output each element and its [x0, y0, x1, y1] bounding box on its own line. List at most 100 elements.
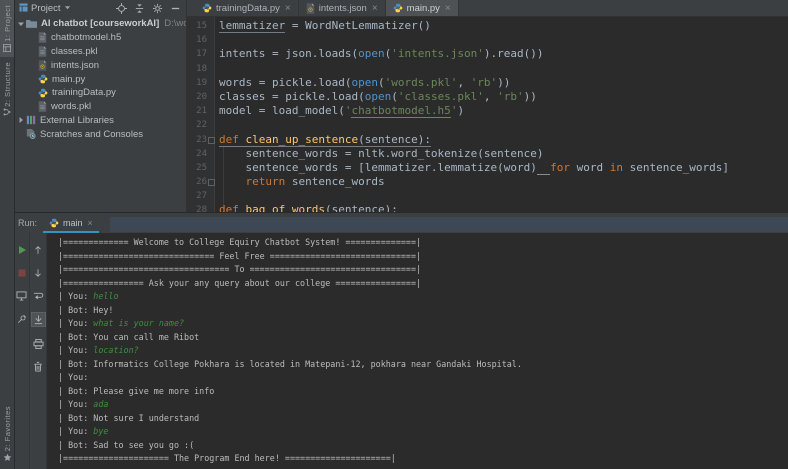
- project-root-label: AI chatbot [courseworkAI]: [41, 18, 160, 30]
- tool-button--structure[interactable]: 2: Structure: [0, 57, 14, 122]
- settings-gear-icon[interactable]: [152, 3, 163, 14]
- code-line: 28 def bag_of_words(sentence):: [187, 203, 788, 212]
- close-icon[interactable]: ×: [445, 3, 451, 14]
- line-number: 16: [196, 35, 207, 46]
- run-header-band: [110, 217, 788, 232]
- console-output: | You:: [58, 426, 94, 436]
- run-console[interactable]: |============= Welcome to College Equiry…: [47, 233, 788, 469]
- code-token: clean_up_sentence: [245, 132, 359, 147]
- code-token: sentence_words = nltk.word_tokenize(sent…: [219, 146, 544, 160]
- line-number: 25: [196, 162, 207, 173]
- hide-icon[interactable]: [170, 3, 181, 14]
- tool-button--project[interactable]: 1: Project: [0, 0, 14, 57]
- line-number: 22: [196, 120, 207, 131]
- project-panel: Project AI chatbot [courseworkAI] D:\work…: [14, 0, 187, 213]
- line-number: 19: [196, 77, 207, 88]
- locate-icon[interactable]: [116, 3, 127, 14]
- line-number: 26: [196, 177, 207, 188]
- tree-item-words-pkl[interactable]: words.pkl: [14, 100, 186, 114]
- clear-icon[interactable]: [32, 360, 45, 373]
- tree-node-external-libraries[interactable]: External Libraries: [14, 114, 186, 128]
- console-line: |============= Welcome to College Equiry…: [58, 236, 788, 250]
- project-tool-icon: [3, 43, 11, 52]
- editor-tab-main-py[interactable]: main.py ×: [385, 0, 459, 16]
- editor-tab-trainingdata-py[interactable]: trainingData.py ×: [195, 0, 299, 16]
- editor-area: trainingData.py × intents.json × main.py × 15…: [187, 0, 788, 213]
- rerun-icon[interactable]: [15, 243, 28, 256]
- chevron-down-icon[interactable]: [16, 20, 26, 28]
- code-editor[interactable]: 15 lemmatizer = WordNetLemmatizer() 16 17 in…: [187, 19, 788, 212]
- console-line: |================ Ask your any query abo…: [58, 277, 788, 291]
- code-token: words = pickle.load(: [219, 75, 352, 89]
- star-icon: [3, 453, 12, 462]
- tool-button--favorites[interactable]: 2: Favorites: [0, 401, 14, 467]
- console-output: |================ Ask your any query abo…: [58, 277, 422, 288]
- tool-window-bar-top: 1: Project 2: Structure: [0, 0, 14, 401]
- code-token: chatbotmodel.h5: [351, 104, 451, 119]
- fold-marker[interactable]: [208, 179, 215, 187]
- tree-item-label: words.pkl: [51, 101, 92, 113]
- code-token: for: [550, 160, 571, 174]
- python-file-icon: [202, 3, 212, 13]
- tree-root-row[interactable]: AI chatbot [courseworkAI] D:\work\python\: [14, 17, 186, 31]
- fold-marker[interactable]: [208, 136, 215, 144]
- code-token: def: [219, 132, 246, 147]
- code-token: [536, 160, 551, 175]
- code-token: = WordNetLemmatizer(): [285, 19, 431, 32]
- tree-item-label: main.py: [52, 73, 86, 85]
- python-file-icon: [38, 74, 48, 84]
- close-icon[interactable]: ×: [285, 3, 291, 14]
- console-line: | You:: [58, 371, 788, 385]
- scroll-to-end-icon[interactable]: [30, 312, 46, 327]
- console-output: | You:: [58, 372, 89, 382]
- line-number: 17: [196, 49, 207, 60]
- tree-item-chatbotmodel-h5[interactable]: chatbotmodel.h5: [14, 31, 186, 45]
- code-token: (: [377, 75, 385, 89]
- folder-icon: [26, 19, 37, 29]
- tree-item-main-py[interactable]: main.py: [14, 72, 186, 86]
- code-line: 24 sentence_words = nltk.word_tokenize(s…: [187, 147, 788, 161]
- run-tab-main[interactable]: main ×: [40, 213, 102, 233]
- code-token: model = load_model(: [219, 104, 345, 118]
- collapse-all-icon[interactable]: [134, 3, 145, 14]
- python-file-icon: [49, 218, 59, 228]
- tree-item-trainingdata-py[interactable]: trainingData.py: [14, 86, 186, 100]
- tree-item-classes-pkl[interactable]: classes.pkl: [14, 45, 186, 59]
- soft-wrap-icon[interactable]: [32, 289, 45, 302]
- chevron-right-icon[interactable]: [16, 116, 26, 124]
- code-token: lemmatizer: [219, 19, 286, 33]
- code-token: 'words.pkl': [384, 75, 458, 89]
- code-token: 'rb': [470, 75, 498, 89]
- down-arrow-icon[interactable]: [32, 266, 45, 279]
- console-output: | You:: [58, 291, 94, 301]
- line-number: 28: [196, 205, 207, 212]
- up-arrow-icon[interactable]: [32, 243, 45, 256]
- line-number: 27: [196, 191, 207, 202]
- close-icon[interactable]: ×: [372, 3, 378, 14]
- project-view-icon: [19, 2, 28, 15]
- console-icon[interactable]: [15, 289, 28, 302]
- line-number: 24: [196, 148, 207, 159]
- tool-button-label: 2: Structure: [2, 61, 12, 107]
- tree-item-intents-json[interactable]: intents.json: [14, 58, 186, 72]
- project-panel-header: Project: [14, 0, 186, 17]
- pycharm-window: 1: Project 2: Structure 2: Favorites Proj…: [0, 0, 788, 469]
- code-line: 17 intents = json.loads(open('intents.jso…: [187, 47, 788, 61]
- stop-icon[interactable]: [15, 266, 28, 279]
- print-icon[interactable]: [32, 337, 45, 350]
- console-output: | Bot: Not sure I understand: [58, 412, 200, 423]
- editor-body[interactable]: 15 lemmatizer = WordNetLemmatizer() 16 17 in…: [187, 17, 788, 212]
- chevron-down-icon[interactable]: [64, 3, 71, 14]
- pin-icon[interactable]: [15, 312, 28, 325]
- editor-tab-intents-json[interactable]: intents.json ×: [299, 0, 386, 16]
- console-line: |============================== Feel Fre…: [58, 250, 788, 264]
- tree-node-scratches-and-consoles[interactable]: Scratches and Consoles: [14, 127, 186, 141]
- project-panel-title[interactable]: Project: [31, 3, 61, 14]
- run-tool-window: Run: main × |============= Welcome to Co…: [14, 213, 788, 469]
- file-icon: [38, 32, 47, 43]
- close-icon[interactable]: ×: [88, 218, 93, 228]
- console-output: |============= Welcome to College Equiry…: [58, 237, 422, 247]
- code-token: in: [609, 160, 624, 174]
- console-line: | Bot: Not sure I understand: [58, 412, 788, 426]
- console-line: | You: bye: [58, 425, 788, 439]
